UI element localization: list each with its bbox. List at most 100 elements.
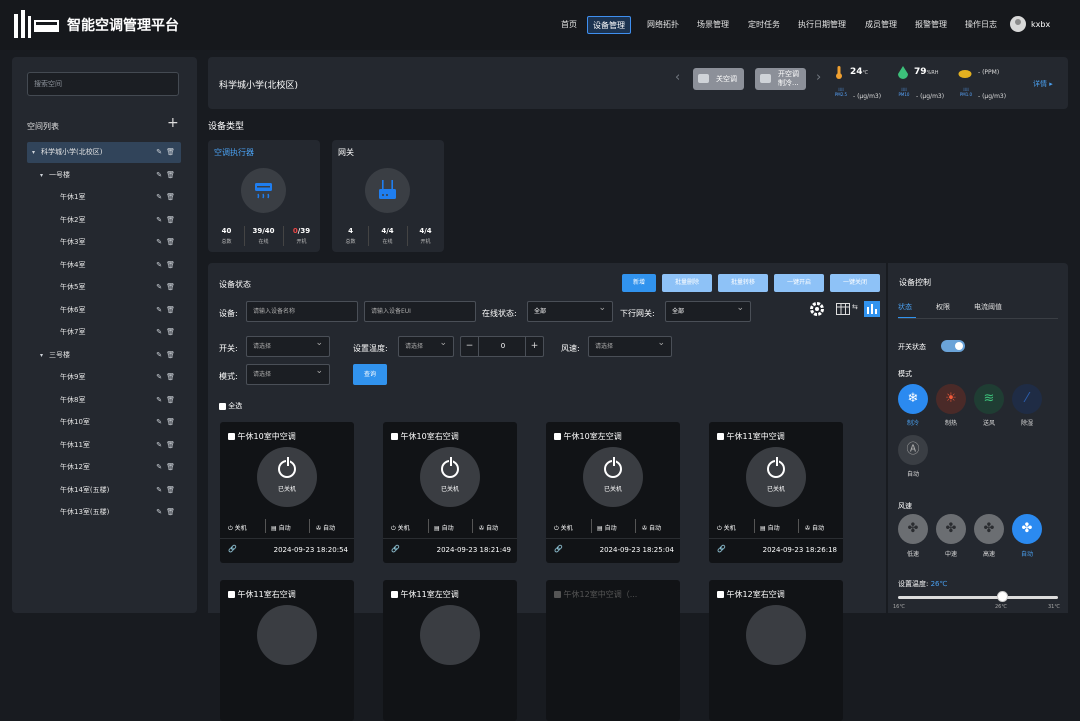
checkbox-icon[interactable] (228, 591, 235, 598)
power-control[interactable]: ⏻ 关机 (391, 523, 410, 533)
nav-scheduled-tasks[interactable]: 定时任务 (743, 16, 785, 34)
batch-delete-button[interactable]: 批量删除 (662, 274, 712, 292)
settemp-select[interactable]: 请选择 (398, 334, 454, 357)
power-button[interactable] (746, 605, 806, 665)
edit-icon[interactable]: ✎ (156, 171, 166, 179)
device-card[interactable]: 午休11室右空调 (220, 580, 354, 721)
device-card-title[interactable]: 午休10室中空调 (228, 431, 296, 442)
device-card-title[interactable]: 午休10室左空调 (554, 431, 622, 442)
tree-item[interactable]: 午休9室 ✎🗑 (27, 367, 181, 388)
device-card[interactable]: 午休12室中空调（... (546, 580, 680, 721)
delete-icon[interactable]: 🗑 (166, 238, 179, 246)
edit-icon[interactable]: ✎ (156, 283, 166, 291)
snowflake-icon[interactable]: ❄ (898, 384, 928, 414)
mode-control[interactable]: ▤ 自动 (271, 523, 291, 532)
card-view-icon[interactable] (864, 301, 880, 317)
mode-control[interactable]: ▤ 自动 (434, 523, 454, 532)
tree-item[interactable]: 午休4室 ✎🗑 (27, 255, 181, 276)
switch-select[interactable]: 请选择 (246, 334, 330, 357)
edit-icon[interactable]: ✎ (156, 441, 166, 449)
tab-status[interactable]: 状态 (898, 302, 912, 312)
temp-slider-track[interactable] (898, 596, 1058, 599)
device-card-title[interactable]: 午休12室右空调 (717, 589, 785, 600)
table-view-icon[interactable] (836, 302, 850, 316)
device-card-title[interactable]: 午休11室左空调 (391, 589, 459, 600)
username[interactable]: kxbx (1031, 20, 1050, 29)
power-control[interactable]: ⏻ 关机 (228, 523, 247, 533)
device-card[interactable]: 午休12室右空调 (709, 580, 843, 721)
device-card-title[interactable]: 午休11室中空调 (717, 431, 785, 442)
edit-icon[interactable]: ✎ (156, 306, 166, 314)
temp-stepper[interactable]: − 0 + (460, 336, 544, 357)
chevron-right-icon[interactable]: › (816, 70, 821, 85)
device-card-title[interactable]: 午休11室右空调 (228, 589, 296, 600)
power-button[interactable] (420, 605, 480, 665)
detail-link[interactable]: 详情 ▸ (1033, 79, 1053, 89)
nav-execution-date[interactable]: 执行日期管理 (793, 16, 851, 34)
nav-members[interactable]: 成员管理 (860, 16, 902, 34)
preset-ac-cool-button[interactable]: 开空调 制冷... (755, 68, 806, 90)
device-type-card-ac[interactable]: 空调执行器 40 总数 39/40 在线 0/39 开机 (208, 140, 320, 252)
wind-icon[interactable]: ≋ (974, 384, 1004, 414)
nav-device-management[interactable]: 设备管理 (587, 16, 631, 34)
delete-icon[interactable]: 🗑 (166, 396, 179, 404)
delete-icon[interactable]: 🗑 (166, 148, 179, 156)
mode-control[interactable]: ▤ 自动 (760, 523, 780, 532)
delete-icon[interactable]: 🗑 (166, 486, 179, 494)
device-card[interactable]: 午休10室右空调 已关机 ⏻ 关机 ▤ 自动 ✇ 自动 🔗 2024-09-23 18:21… (383, 422, 517, 563)
checkbox-icon[interactable] (554, 433, 561, 440)
tab-permission[interactable]: 权限 (936, 302, 950, 312)
power-button[interactable]: 已关机 (420, 447, 480, 507)
power-button[interactable]: 已关机 (257, 447, 317, 507)
tree-item[interactable]: 午休13室(五楼) ✎🗑 (27, 502, 181, 523)
edit-icon[interactable]: ✎ (156, 328, 166, 336)
tab-current-threshold[interactable]: 电流阈值 (974, 302, 1002, 312)
device-card[interactable]: 午休10室左空调 已关机 ⏻ 关机 ▤ 自动 ✇ 自动 🔗 2024-09-23 18:25… (546, 422, 680, 563)
delete-icon[interactable]: 🗑 (166, 261, 179, 269)
edit-icon[interactable]: ✎ (156, 486, 166, 494)
edit-icon[interactable]: ✎ (156, 261, 166, 269)
checkbox-icon[interactable] (554, 591, 561, 598)
preset-ac-off-button[interactable]: 关空调 (693, 68, 744, 90)
edit-icon[interactable]: ✎ (156, 463, 166, 471)
device-card[interactable]: 午休10室中空调 已关机 ⏻ 关机 ▤ 自动 ✇ 自动 🔗 2024-09-23 18:20… (220, 422, 354, 563)
gateway-select[interactable]: 全部 (665, 299, 751, 322)
tree-item[interactable]: 午休11室 ✎🗑 (27, 435, 181, 456)
auto-icon[interactable]: Ⓐ (898, 435, 928, 465)
nav-network-topology[interactable]: 网络拓扑 (642, 16, 684, 34)
device-card[interactable]: 午休11室左空调 (383, 580, 517, 721)
tree-item[interactable]: 午休6室 ✎🗑 (27, 300, 181, 321)
delete-icon[interactable]: 🗑 (166, 171, 179, 179)
mode-control[interactable]: ▤ 自动 (597, 523, 617, 532)
all-off-button[interactable]: 一键关闭 (830, 274, 880, 292)
fan-control[interactable]: ✇ 自动 (479, 523, 498, 532)
all-on-button[interactable]: 一键开启 (774, 274, 824, 292)
fan-control[interactable]: ✇ 自动 (805, 523, 824, 532)
nav-scene-management[interactable]: 场景管理 (692, 16, 734, 34)
edit-icon[interactable]: ✎ (156, 373, 166, 381)
fan-speed-icon[interactable]: ✤ (1012, 514, 1042, 544)
delete-icon[interactable]: 🗑 (166, 351, 179, 359)
edit-icon[interactable]: ✎ (156, 238, 166, 246)
tree-item[interactable]: 午休1室 ✎🗑 (27, 187, 181, 208)
tree-item[interactable]: 午休2室 ✎🗑 (27, 210, 181, 231)
fan-control[interactable]: ✇ 自动 (642, 523, 661, 532)
power-button[interactable] (257, 605, 317, 665)
delete-icon[interactable]: 🗑 (166, 328, 179, 336)
online-status-select[interactable]: 全部 (527, 299, 613, 322)
delete-icon[interactable]: 🗑 (166, 441, 179, 449)
checkbox-icon[interactable] (717, 591, 724, 598)
delete-icon[interactable]: 🗑 (166, 508, 179, 516)
query-button[interactable]: 查询 (353, 364, 387, 385)
mode-select[interactable]: 请选择 (246, 362, 330, 385)
device-card[interactable]: 午休11室中空调 已关机 ⏻ 关机 ▤ 自动 ✇ 自动 🔗 2024-09-23 18:26… (709, 422, 843, 563)
tree-item[interactable]: 午休14室(五楼) ✎🗑 (27, 480, 181, 501)
stepper-value[interactable]: 0 (479, 337, 527, 356)
chevron-down-icon[interactable]: ▾ (32, 142, 35, 163)
device-eui-input[interactable]: 请输入设备EUI (364, 301, 476, 322)
device-type-card-gateway[interactable]: 网关 4 总数 4/4 在线 4/4 开机 (332, 140, 444, 252)
space-search-input[interactable] (27, 72, 179, 96)
checkbox-icon[interactable] (391, 591, 398, 598)
delete-icon[interactable]: 🗑 (166, 283, 179, 291)
chevron-down-icon[interactable]: ▾ (40, 165, 43, 186)
